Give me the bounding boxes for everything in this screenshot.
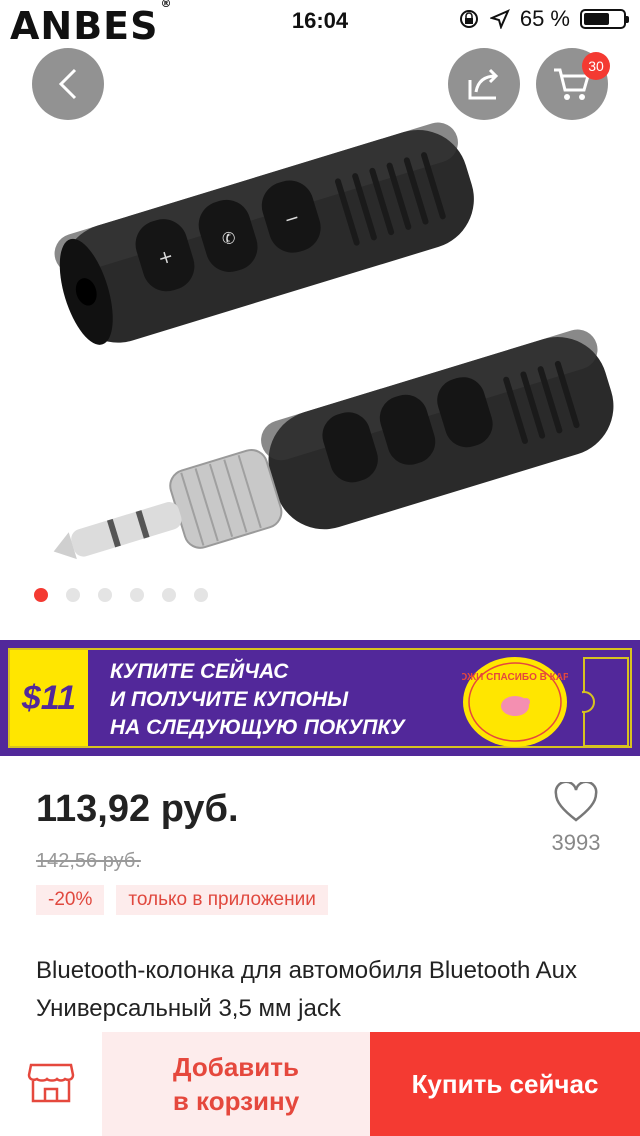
store-button[interactable] [0,1030,102,1136]
adapter-top: + ✆ − [54,122,474,345]
gallery-pagination [34,588,208,602]
promo-ticket-stub [582,657,629,747]
badges-row: -20% только в приложении [36,885,328,915]
promo-line-3: НА СЛЕДУЮЩУЮ ПОКУПКУ [110,716,405,739]
product-gallery[interactable]: + ✆ − 30 [0,0,640,640]
gallery-dot[interactable] [194,588,208,602]
promo-amount: $11 [10,650,88,746]
promo-frame: $11 КУПИТЕ СЕЙЧАС И ПОЛУЧИТЕ КУПОНЫ НА С… [8,648,632,748]
status-bar: ANBES® 16:04 65 % [0,0,640,48]
promo-line-2: И ПОЛУЧИТЕ КУПОНЫ [110,688,349,711]
product-image: + ✆ − [53,122,614,560]
back-arrow-icon [58,68,77,100]
favorites-count: 3993 [551,830,601,855]
cart-button[interactable]: 30 [536,48,610,120]
add-to-cart-button[interactable]: Добавить в корзину [102,1032,370,1136]
store-icon [27,1063,75,1103]
battery-icon [580,9,629,29]
heart-icon [554,780,598,822]
bottom-action-bar: Добавить в корзину Купить сейчас [0,1030,640,1136]
buy-now-button[interactable]: Купить сейчас [370,1032,640,1136]
orientation-lock-icon [459,10,478,28]
gallery-dot[interactable] [34,588,48,602]
promo-banner[interactable]: $11 КУПИТЕ СЕЙЧАС И ПОЛУЧИТЕ КУПОНЫ НА С… [0,640,640,756]
share-icon [468,68,499,100]
promo-text: КУПИТЕ СЕЙЧАС И ПОЛУЧИТЕ КУПОНЫ НА СЛЕДУ… [110,658,405,742]
add-to-cart-line-1: Добавить [173,1052,299,1082]
gallery-dot[interactable] [130,588,144,602]
gallery-dot[interactable] [162,588,176,602]
cart-count-badge: 30 [582,52,610,80]
add-to-cart-line-2: в корзину [172,1086,300,1116]
location-arrow-icon [489,9,510,29]
favorite-button[interactable] [548,780,604,829]
promo-line-1: КУПИТЕ СЕЙЧАС [110,660,289,683]
promo-seal: ПОЛОЖИ СПАСИБО В КАРМАН [462,657,568,747]
back-button[interactable] [32,48,104,120]
product-price: 113,92 руб. [36,788,239,830]
adapter-bottom [53,329,614,560]
old-price: 142,56 руб. [36,850,141,872]
status-right: 65 % [458,6,629,32]
battery-fill [584,13,609,25]
seal-text: ПОЛОЖИ СПАСИБО В КАРМАН [462,672,568,683]
gallery-dot[interactable] [66,588,80,602]
battery-percent: 65 % [519,6,570,31]
share-button[interactable] [448,48,520,120]
app-only-badge: только в приложении [116,885,328,915]
discount-badge: -20% [36,885,105,915]
gallery-dot[interactable] [98,588,112,602]
product-title[interactable]: Bluetooth-колонка для автомобиля Bluetoo… [36,952,616,1028]
